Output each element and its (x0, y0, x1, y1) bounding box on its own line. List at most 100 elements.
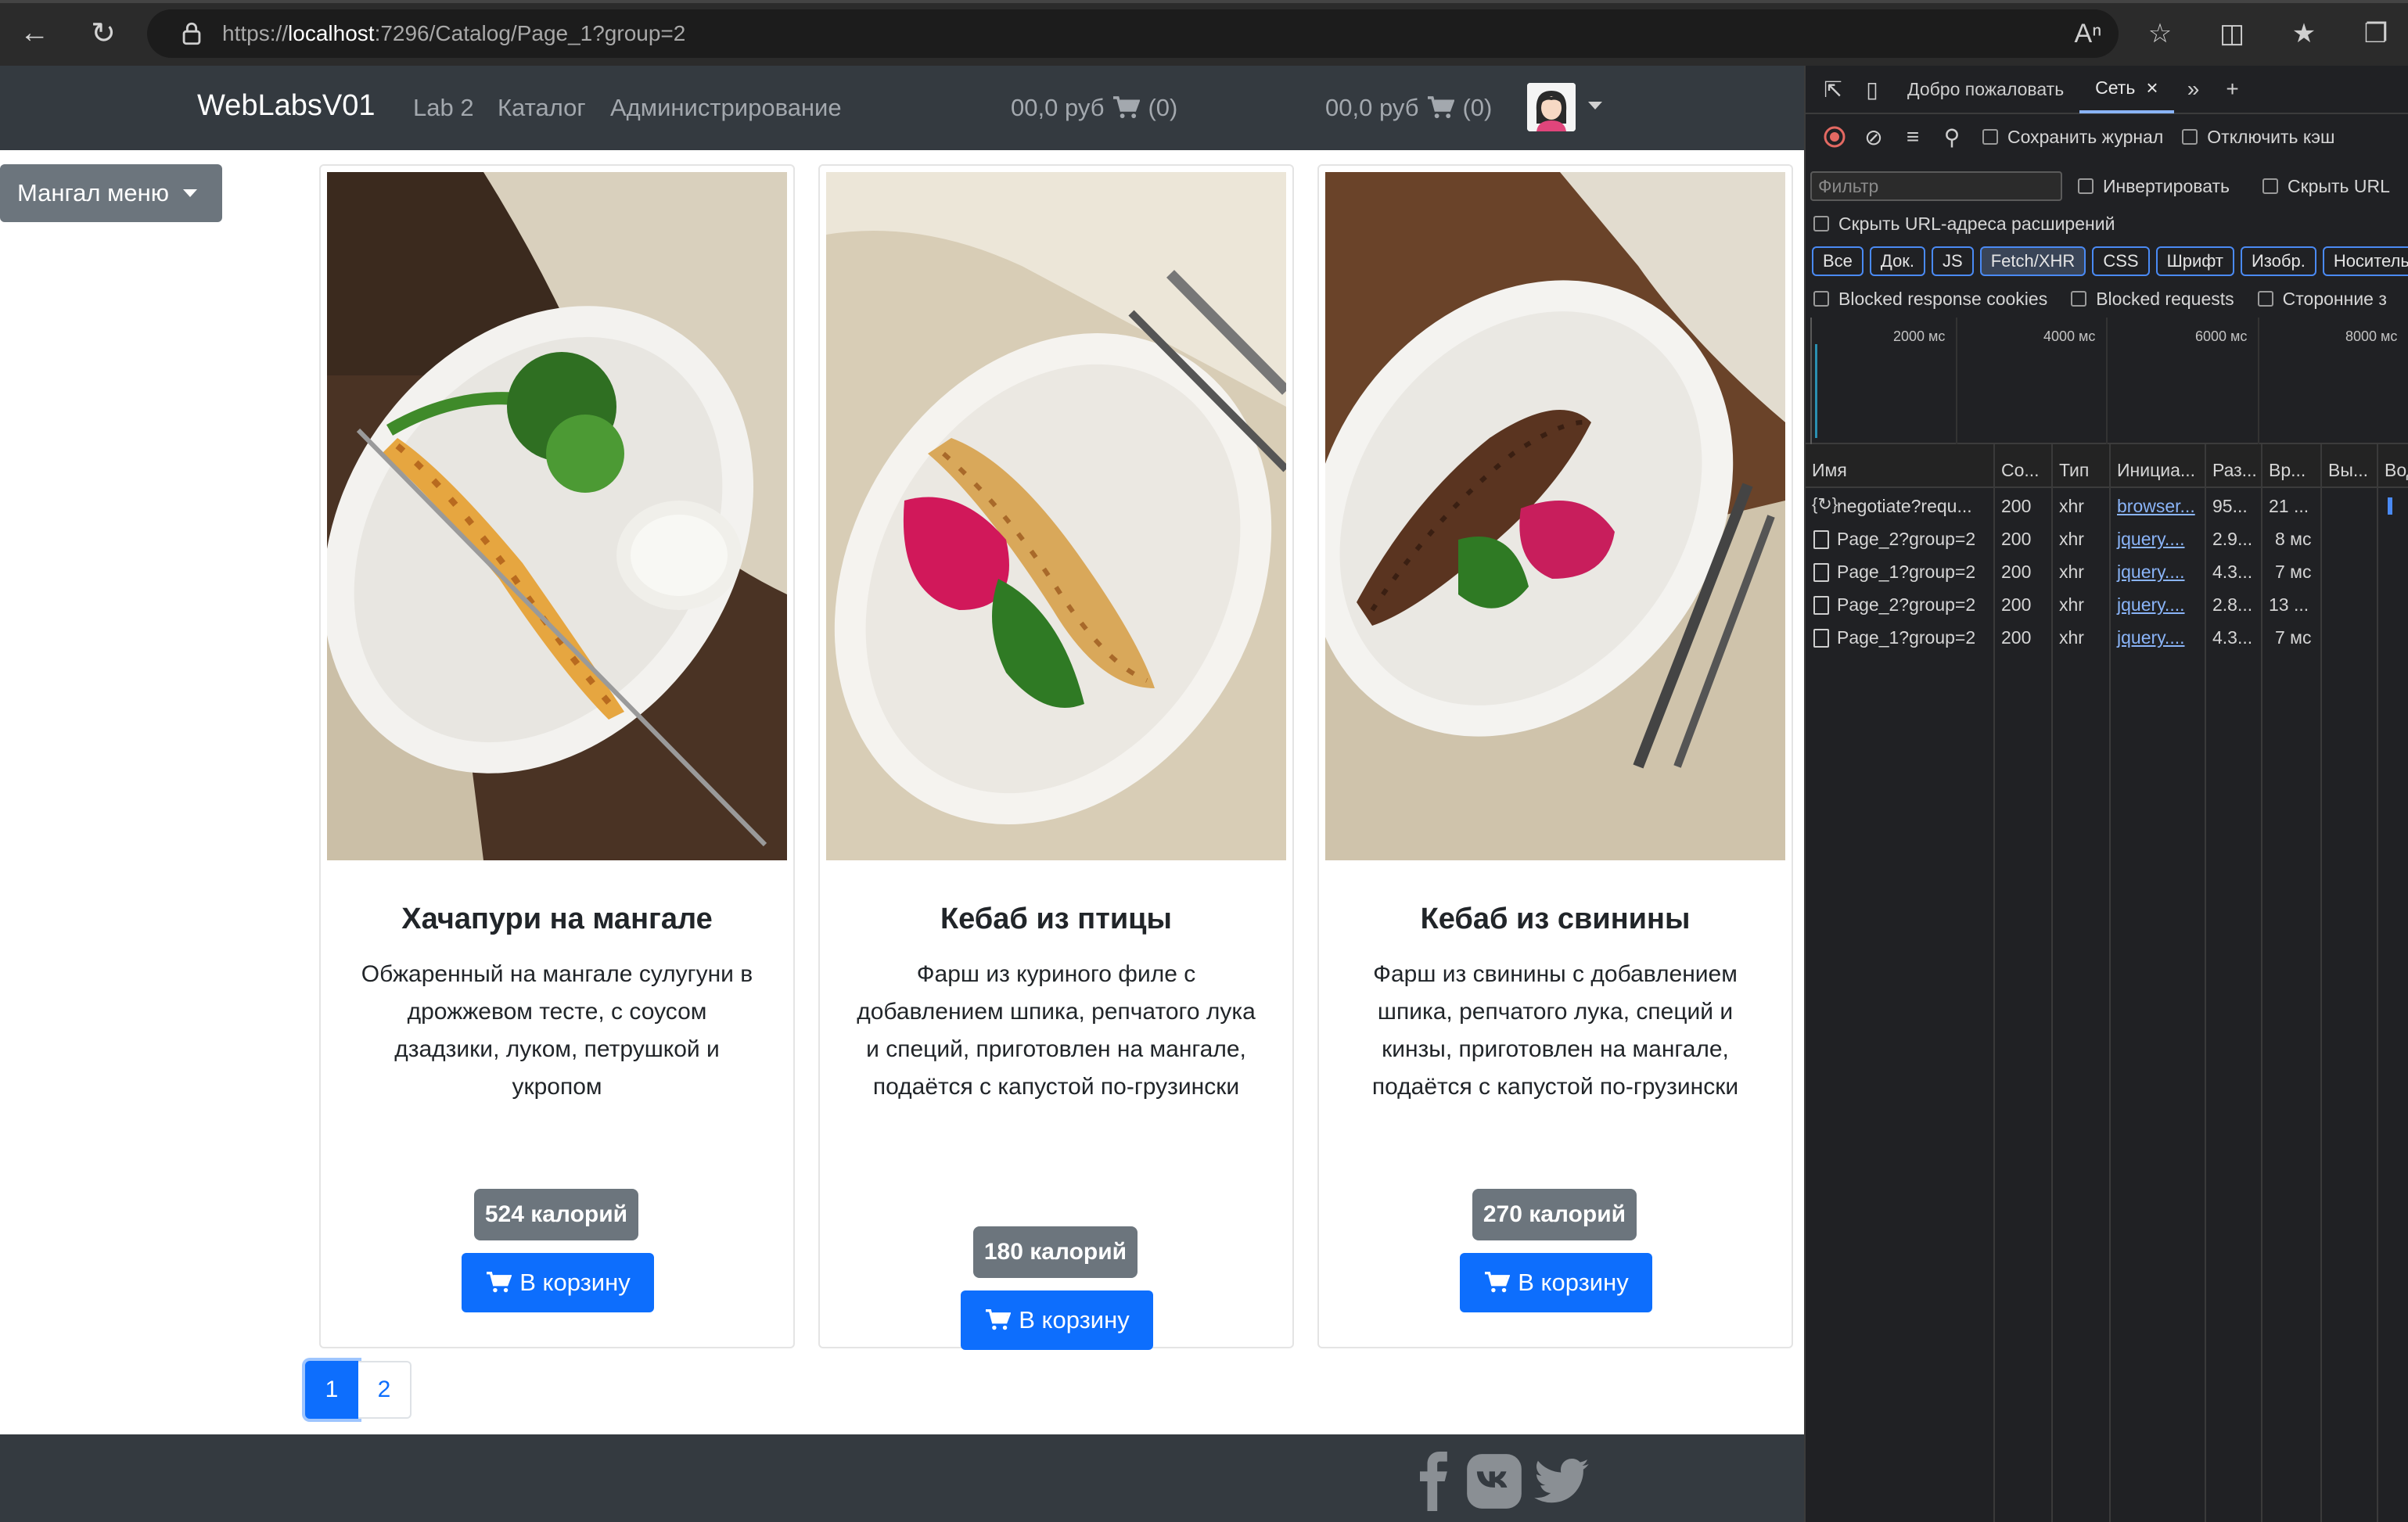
hide-extension-checkbox[interactable] (1813, 216, 1829, 232)
twitter-icon[interactable] (1532, 1452, 1591, 1511)
document-icon (1813, 530, 1829, 549)
device-toggle-icon[interactable]: ▯ (1853, 70, 1892, 109)
type-filter-media[interactable]: Носитель (2322, 246, 2408, 276)
page-link-1[interactable]: 1 (305, 1361, 358, 1419)
avatar[interactable] (1527, 83, 1576, 131)
url-host: localhost (288, 21, 375, 45)
address-bar[interactable]: https://localhost:7296/Catalog/Page_1?gr… (147, 9, 2119, 58)
add-to-cart-button[interactable]: В корзину (1460, 1253, 1652, 1312)
request-time: 7 мс (2275, 562, 2312, 582)
browser-toolbar: ← ↻ https://localhost:7296/Catalog/Page_… (0, 0, 2408, 66)
request-status: 200 (2001, 562, 2032, 582)
tab-network-label: Сеть (2095, 77, 2136, 98)
disable-cache-label: Отключить кэш (2207, 126, 2335, 147)
request-initiator[interactable]: jquery.... (2117, 529, 2185, 550)
preserve-log-checkbox[interactable] (1982, 129, 1998, 145)
product-title: Хачапури на мангале (401, 903, 713, 935)
back-icon[interactable]: ← (6, 5, 63, 61)
nav-link-lab2[interactable]: Lab 2 (413, 94, 474, 122)
request-initiator[interactable]: browser... (2117, 496, 2195, 517)
request-initiator[interactable]: jquery.... (2117, 594, 2185, 616)
tab-network[interactable]: Сеть × (2079, 65, 2174, 113)
close-icon[interactable]: × (2146, 76, 2158, 100)
third-party-checkbox[interactable] (2257, 291, 2273, 307)
request-name: negotiate?requ... (1837, 496, 1972, 516)
blocked-cookies-checkbox[interactable] (1813, 291, 1829, 307)
type-filter-doc[interactable]: Док. (1869, 246, 1926, 276)
type-filter-img[interactable]: Изобр. (2240, 246, 2316, 276)
brand-link[interactable]: WebLabsV01 (197, 89, 375, 123)
col-initiator[interactable]: Инициа... (2117, 460, 2195, 481)
request-row[interactable]: Page_1?group=2 200 xhr jquery.... 4.3...… (1806, 621, 2408, 654)
websocket-icon: {↻} (1812, 494, 1838, 514)
more-tabs-icon[interactable]: » (2174, 70, 2213, 109)
type-filter-js[interactable]: JS (1932, 246, 1974, 276)
col-size[interactable]: Раз... (2212, 460, 2257, 481)
invert-checkbox[interactable] (2078, 178, 2094, 194)
request-size: 2.9... (2212, 529, 2253, 549)
request-time: 13 ... (2269, 594, 2309, 615)
request-time: 7 мс (2275, 627, 2312, 648)
record-icon[interactable] (1815, 117, 1854, 156)
clear-icon[interactable]: ⊘ (1854, 117, 1893, 156)
col-type[interactable]: Тип (2059, 460, 2089, 481)
request-initiator[interactable]: jquery.... (2117, 562, 2185, 583)
request-type: xhr (2059, 594, 2084, 615)
tab-welcome[interactable]: Добро пожаловать (1892, 65, 2079, 113)
request-size: 2.8... (2212, 594, 2253, 615)
filter-funnel-icon[interactable]: ≡ (1893, 117, 1932, 156)
reload-icon[interactable]: ↻ (75, 5, 131, 61)
page-link-2[interactable]: 2 (358, 1361, 412, 1419)
calories-badge: 180 калорий (973, 1226, 1138, 1278)
cart-icon (1428, 96, 1455, 119)
add-tab-icon[interactable]: + (2213, 70, 2252, 109)
read-aloud-icon[interactable]: Aⁿ (2064, 9, 2112, 58)
request-row[interactable]: Page_1?group=2 200 xhr jquery.... 4.3...… (1806, 555, 2408, 588)
type-filter-row: Все Док. JS Fetch/XHR CSS Шрифт Изобр. Н… (1806, 244, 2408, 278)
facebook-icon[interactable] (1405, 1452, 1465, 1511)
inspect-icon[interactable]: ⇱ (1813, 70, 1853, 109)
timeline-tick: 2000 мс (1893, 328, 1946, 344)
hide-data-url-checkbox[interactable] (2262, 178, 2278, 194)
product-card: Хачапури на мангале Обжаренный на мангал… (319, 164, 795, 1348)
favorites-icon[interactable]: ★ (2280, 9, 2328, 58)
request-row[interactable]: {↻} negotiate?requ... 200 xhr browser...… (1806, 490, 2408, 522)
col-status[interactable]: Co... (2001, 460, 2040, 481)
request-row[interactable]: Page_2?group=2 200 xhr jquery.... 2.9...… (1806, 522, 2408, 555)
add-to-cart-label: В корзину (1518, 1269, 1629, 1296)
web-page: WebLabsV01 Lab 2 Каталог Администрирован… (0, 66, 1804, 1522)
type-filter-css[interactable]: CSS (2092, 246, 2150, 276)
cart-summary-1[interactable]: 00,0 руб (0) (1011, 94, 1177, 122)
screen: ← ↻ https://localhost:7296/Catalog/Page_… (0, 0, 2408, 1522)
search-icon[interactable]: ⚲ (1932, 117, 1971, 156)
col-waterfall[interactable]: Вод (2385, 460, 2408, 481)
filter-input[interactable]: Фильтр (1810, 171, 2062, 201)
request-row[interactable]: Page_2?group=2 200 xhr jquery.... 2.8...… (1806, 588, 2408, 621)
network-toolbar: ⊘ ≡ ⚲ Сохранить журнал Отключить кэш (1806, 117, 2408, 156)
filter-row: Фильтр Инвертировать Скрыть URL (1806, 169, 2408, 203)
add-to-cart-button[interactable]: В корзину (462, 1253, 654, 1312)
chevron-down-icon[interactable] (1588, 102, 1602, 109)
add-to-cart-button[interactable]: В корзину (961, 1290, 1153, 1350)
nav-link-catalog[interactable]: Каталог (498, 94, 586, 122)
col-time[interactable]: Вр... (2269, 460, 2306, 481)
split-screen-icon[interactable]: ◫ (2208, 9, 2256, 58)
vk-icon[interactable] (1465, 1452, 1524, 1511)
disable-cache-checkbox[interactable] (2182, 129, 2198, 145)
calories-badge: 524 калорий (474, 1189, 638, 1240)
request-size: 4.3... (2212, 627, 2253, 648)
favorite-star-icon[interactable]: ☆ (2136, 9, 2184, 58)
request-size: 95... (2212, 496, 2248, 516)
request-name: Page_2?group=2 (1837, 529, 1976, 549)
side-menu-button[interactable]: Мангал меню (0, 164, 222, 222)
type-filter-fetch-xhr[interactable]: Fetch/XHR (1979, 246, 2086, 276)
request-initiator[interactable]: jquery.... (2117, 627, 2185, 648)
type-filter-font[interactable]: Шрифт (2155, 246, 2234, 276)
type-filter-all[interactable]: Все (1812, 246, 1864, 276)
col-name[interactable]: Имя (1812, 460, 1847, 481)
blocked-requests-checkbox[interactable] (2071, 291, 2087, 307)
nav-link-admin[interactable]: Администрирование (610, 94, 842, 122)
col-fulfilled[interactable]: Вы... (2328, 460, 2368, 481)
cart-summary-2[interactable]: 00,0 руб (0) (1325, 94, 1492, 122)
collections-icon[interactable]: ❐ (2352, 9, 2400, 58)
